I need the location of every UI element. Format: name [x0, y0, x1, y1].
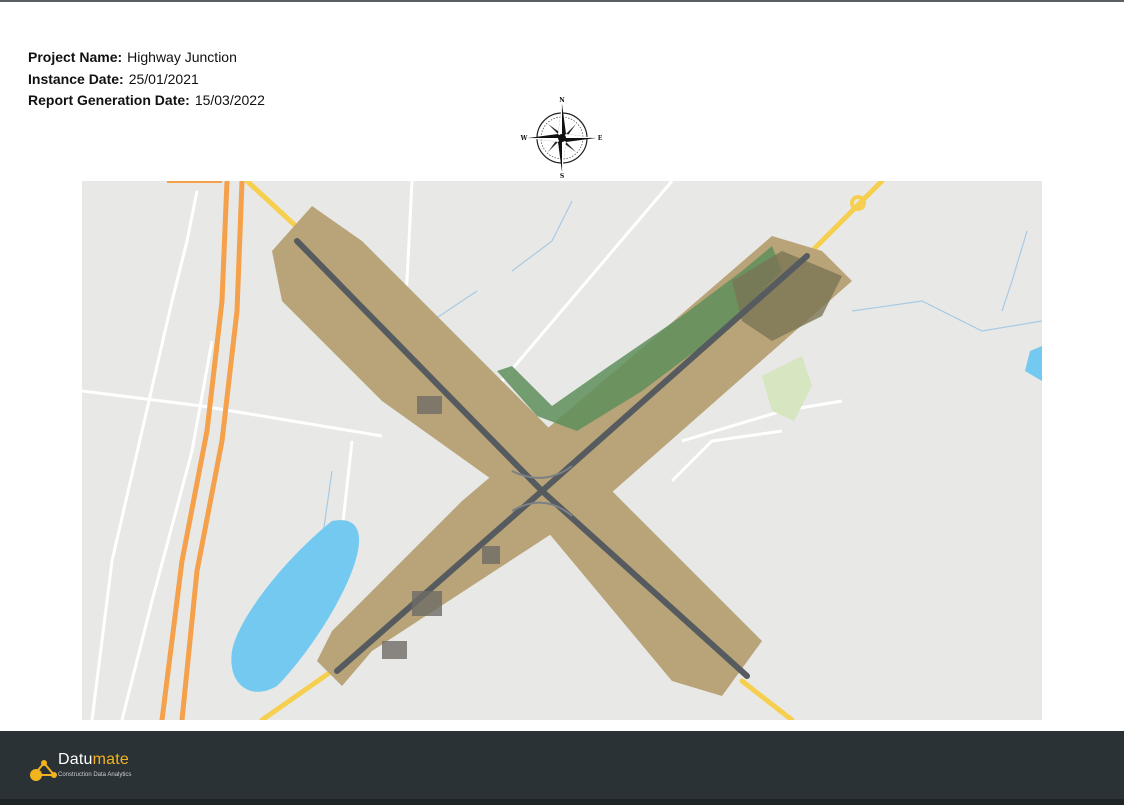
report-generation-date-value: 15/03/2022: [194, 92, 265, 108]
logo-word-part2: mate: [92, 751, 129, 768]
project-name-value: Highway Junction: [127, 49, 237, 65]
compass-point-n-light: [558, 104, 562, 138]
report-metadata: Project Name: Highway Junction Instance D…: [28, 47, 265, 112]
logo-wordmark: Datumate: [58, 751, 129, 769]
logo-mark-node-right: [51, 772, 57, 778]
compass-label-n: N: [559, 97, 565, 104]
logo-mark-node-left: [30, 769, 42, 781]
compass-point-e-light: [562, 134, 596, 138]
project-name-row: Project Name: Highway Junction: [28, 47, 265, 69]
logo-tagline: Construction Data Analytics: [58, 772, 132, 778]
report-generation-date-label: Report Generation Date:: [28, 92, 190, 108]
compass-label-w: W: [520, 135, 528, 142]
buildings-4: [482, 546, 500, 564]
report-generation-date-row: Report Generation Date: 15/03/2022: [28, 90, 265, 112]
compass-label-s: S: [560, 173, 564, 180]
compass-rose-icon: N S E W: [520, 97, 603, 180]
compass-center: [558, 134, 566, 142]
map-canvas: [82, 181, 1042, 720]
compass-label-e: E: [598, 135, 603, 142]
buildings-1: [417, 396, 442, 414]
logo-word-part1: Datu: [58, 751, 93, 768]
page-top-border: [0, 0, 1124, 2]
instance-date-label: Instance Date:: [28, 70, 124, 87]
instance-date-value: 25/01/2021: [128, 70, 199, 87]
report-page: Project Name: Highway Junction Instance D…: [0, 0, 1124, 805]
footer-bottom-edge: [0, 799, 1124, 805]
compass-point-s-light: [562, 138, 566, 172]
datumate-logo: Datumate Construction Data Analytics: [28, 745, 168, 785]
buildings-2: [412, 591, 442, 616]
footer-bar: Datumate Construction Data Analytics: [0, 731, 1124, 805]
datumate-logo-mark-icon: [30, 760, 57, 781]
logo-mark-node-top: [41, 760, 47, 766]
project-name-label: Project Name:: [28, 49, 123, 65]
buildings-3: [382, 641, 407, 659]
orthomosaic-map[interactable]: [82, 181, 1042, 720]
instance-date-row: Instance Date: 25/01/2021: [28, 69, 265, 91]
compass-point-w-light: [528, 138, 562, 142]
